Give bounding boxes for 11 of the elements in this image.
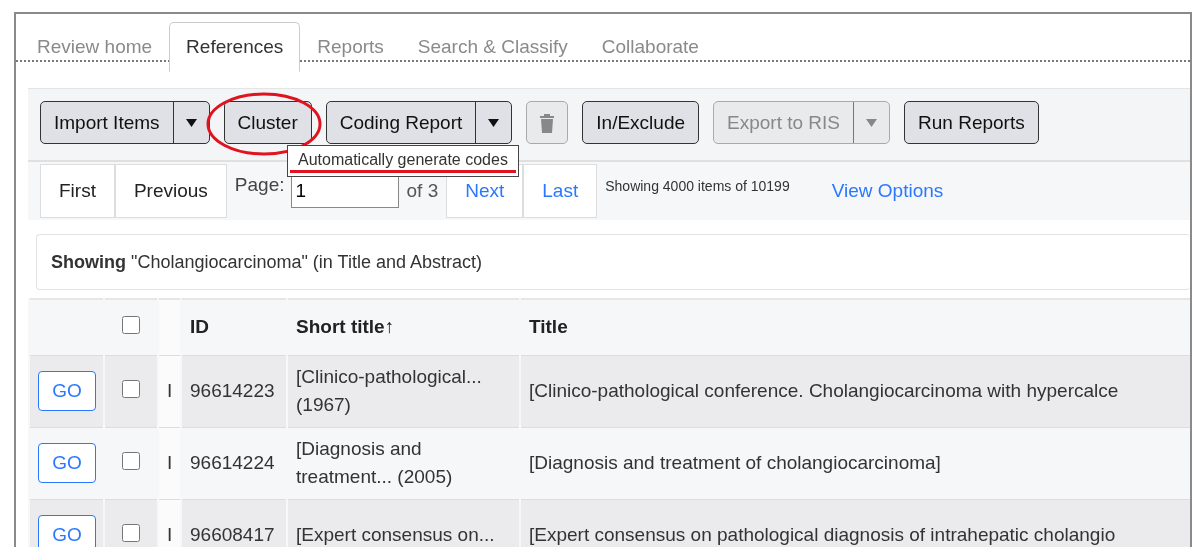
table-cell: I — [158, 427, 181, 499]
page-label: Page: — [234, 174, 285, 196]
table-cell: I — [158, 499, 181, 547]
table-cell: [Expert consensus on... — [287, 499, 520, 547]
table-cell: I — [158, 355, 181, 427]
items-summary: Showing 4000 items of 10199 — [605, 178, 790, 194]
table-cell: [Expert consensus on pathological diagnosis of intrahepatic cholangio — [520, 499, 1190, 547]
table-cell: 96608417 — [181, 499, 287, 547]
tooltip-text: Automatically generate codes — [290, 151, 516, 173]
filter-text: Showing "Cholangiocarcinoma" (in Title and Abstract) — [51, 251, 482, 273]
page-count: of 3 — [406, 180, 439, 202]
